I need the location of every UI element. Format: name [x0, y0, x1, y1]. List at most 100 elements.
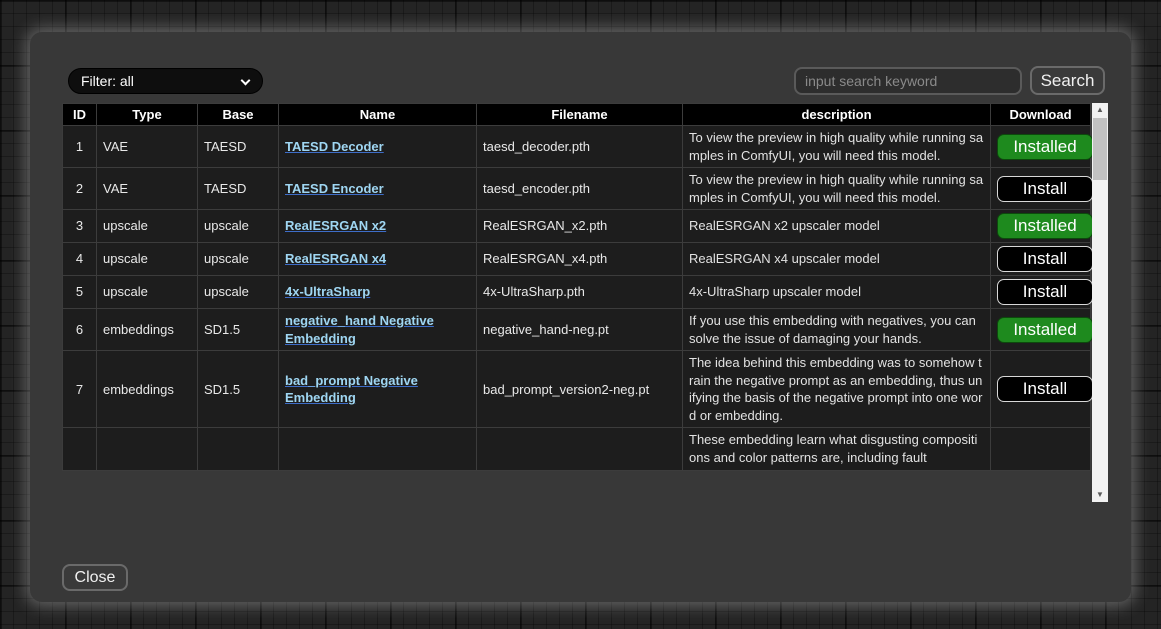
column-header-name: Name [279, 104, 477, 126]
cell-filename: RealESRGAN_x2.pth [477, 210, 683, 243]
cell-name: TAESD Encoder [279, 168, 477, 210]
table-header-row: IDTypeBaseNameFilenamedescriptionDownloa… [63, 104, 1091, 126]
installed-button[interactable]: Installed [997, 134, 1093, 160]
cell-id: 6 [63, 309, 97, 351]
cell-base [198, 428, 279, 470]
cell-base: SD1.5 [198, 351, 279, 428]
column-header-description: description [683, 104, 991, 126]
cell-id: 5 [63, 276, 97, 309]
cell-id: 1 [63, 126, 97, 168]
cell-type: VAE [97, 126, 198, 168]
cell-base: TAESD [198, 126, 279, 168]
cell-download: Install [991, 168, 1091, 210]
table-row: These embedding learn what disgusting co… [63, 428, 1091, 470]
cell-download: Installed [991, 309, 1091, 351]
scrollbar-thumb[interactable] [1093, 118, 1107, 180]
cell-name: TAESD Decoder [279, 126, 477, 168]
install-button[interactable]: Install [997, 176, 1093, 202]
model-table-container: IDTypeBaseNameFilenamedescriptionDownloa… [62, 103, 1108, 502]
cell-type [97, 428, 198, 470]
table-body: 1VAETAESDTAESD Decodertaesd_decoder.pthT… [63, 126, 1091, 471]
chevron-down-icon [241, 76, 251, 86]
column-header-id: ID [63, 104, 97, 126]
cell-name: RealESRGAN x4 [279, 243, 477, 276]
filter-dropdown[interactable]: Filter: all [68, 68, 263, 94]
cell-type: VAE [97, 168, 198, 210]
table-row: 6embeddingsSD1.5negative_hand Negative E… [63, 309, 1091, 351]
scroll-up-arrow[interactable]: ▲ [1092, 103, 1108, 117]
cell-base: SD1.5 [198, 309, 279, 351]
cell-base: upscale [198, 276, 279, 309]
cell-download [991, 428, 1091, 470]
table-row: 2VAETAESD TAESD Encoder taesd_encoder.pthT… [63, 168, 1091, 210]
model-name-link[interactable]: 4x-UltraSharp [285, 284, 370, 299]
cell-name: negative_hand Negative Embedding [279, 309, 477, 351]
cell-download: Install [991, 243, 1091, 276]
cell-type: embeddings [97, 309, 198, 351]
search-button[interactable]: Search [1030, 66, 1105, 95]
cell-filename: taesd_decoder.pth [477, 126, 683, 168]
close-button[interactable]: Close [62, 564, 128, 591]
cell-description: These embedding learn what disgusting co… [683, 428, 991, 470]
table-head: IDTypeBaseNameFilenamedescriptionDownloa… [63, 104, 1091, 126]
model-manager-dialog: Filter: all Search IDTypeBaseNameFilenam… [30, 32, 1131, 602]
cell-filename: RealESRGAN_x4.pth [477, 243, 683, 276]
model-name-link[interactable]: bad_prompt Negative Embedding [285, 373, 418, 406]
cell-type: upscale [97, 276, 198, 309]
cell-description: RealESRGAN x4 upscaler model [683, 243, 991, 276]
cell-type: upscale [97, 210, 198, 243]
model-name-link[interactable]: TAESD Decoder [285, 139, 384, 154]
cell-id [63, 428, 97, 470]
cell-id: 2 [63, 168, 97, 210]
cell-description: To view the preview in high quality whil… [683, 126, 991, 168]
cell-base: upscale [198, 210, 279, 243]
search-input[interactable] [794, 67, 1022, 95]
cell-filename: taesd_encoder.pth [477, 168, 683, 210]
cell-description: To view the preview in high quality whil… [683, 168, 991, 210]
column-header-base: Base [198, 104, 279, 126]
table-row: 4upscaleupscaleRealESRGAN x4RealESRGAN_x… [63, 243, 1091, 276]
cell-name: bad_prompt Negative Embedding [279, 351, 477, 428]
scroll-down-arrow[interactable]: ▼ [1092, 488, 1108, 502]
cell-name: RealESRGAN x2 [279, 210, 477, 243]
cell-base: upscale [198, 243, 279, 276]
table-row: 5upscaleupscale4x-UltraSharp4x-UltraShar… [63, 276, 1091, 309]
cell-description: RealESRGAN x2 upscaler model [683, 210, 991, 243]
cell-type: upscale [97, 243, 198, 276]
table-row: 1VAETAESD TAESD Decoder taesd_decoder.pthT… [63, 126, 1091, 168]
table-row: 7embeddingsSD1.5bad_prompt Negative Embe… [63, 351, 1091, 428]
cell-filename: negative_hand-neg.pt [477, 309, 683, 351]
cell-type: embeddings [97, 351, 198, 428]
cell-filename: bad_prompt_version2-neg.pt [477, 351, 683, 428]
model-name-link[interactable]: TAESD Encoder [285, 181, 384, 196]
cell-description: 4x-UltraSharp upscaler model [683, 276, 991, 309]
cell-id: 7 [63, 351, 97, 428]
vertical-scrollbar[interactable]: ▲ ▼ [1092, 103, 1108, 502]
column-header-type: Type [97, 104, 198, 126]
install-button[interactable]: Install [997, 376, 1093, 402]
cell-download: Install [991, 351, 1091, 428]
installed-button[interactable]: Installed [997, 317, 1093, 343]
table-row: 3upscaleupscaleRealESRGAN x2RealESRGAN_x… [63, 210, 1091, 243]
cell-id: 3 [63, 210, 97, 243]
cell-filename [477, 428, 683, 470]
cell-download: Installed [991, 126, 1091, 168]
model-name-link[interactable]: negative_hand Negative Embedding [285, 313, 434, 346]
model-name-link[interactable]: RealESRGAN x2 [285, 218, 386, 233]
cell-download: Installed [991, 210, 1091, 243]
install-button[interactable]: Install [997, 246, 1093, 272]
cell-download: Install [991, 276, 1091, 309]
cell-description: The idea behind this embedding was to so… [683, 351, 991, 428]
column-header-filename: Filename [477, 104, 683, 126]
model-name-link[interactable]: RealESRGAN x4 [285, 251, 386, 266]
installed-button[interactable]: Installed [997, 213, 1093, 239]
cell-filename: 4x-UltraSharp.pth [477, 276, 683, 309]
install-button[interactable]: Install [997, 279, 1093, 305]
cell-description: If you use this embedding with negatives… [683, 309, 991, 351]
cell-name: 4x-UltraSharp [279, 276, 477, 309]
column-header-download: Download [991, 104, 1091, 126]
cell-name [279, 428, 477, 470]
filter-dropdown-label: Filter: all [81, 73, 134, 89]
cell-base: TAESD [198, 168, 279, 210]
cell-id: 4 [63, 243, 97, 276]
